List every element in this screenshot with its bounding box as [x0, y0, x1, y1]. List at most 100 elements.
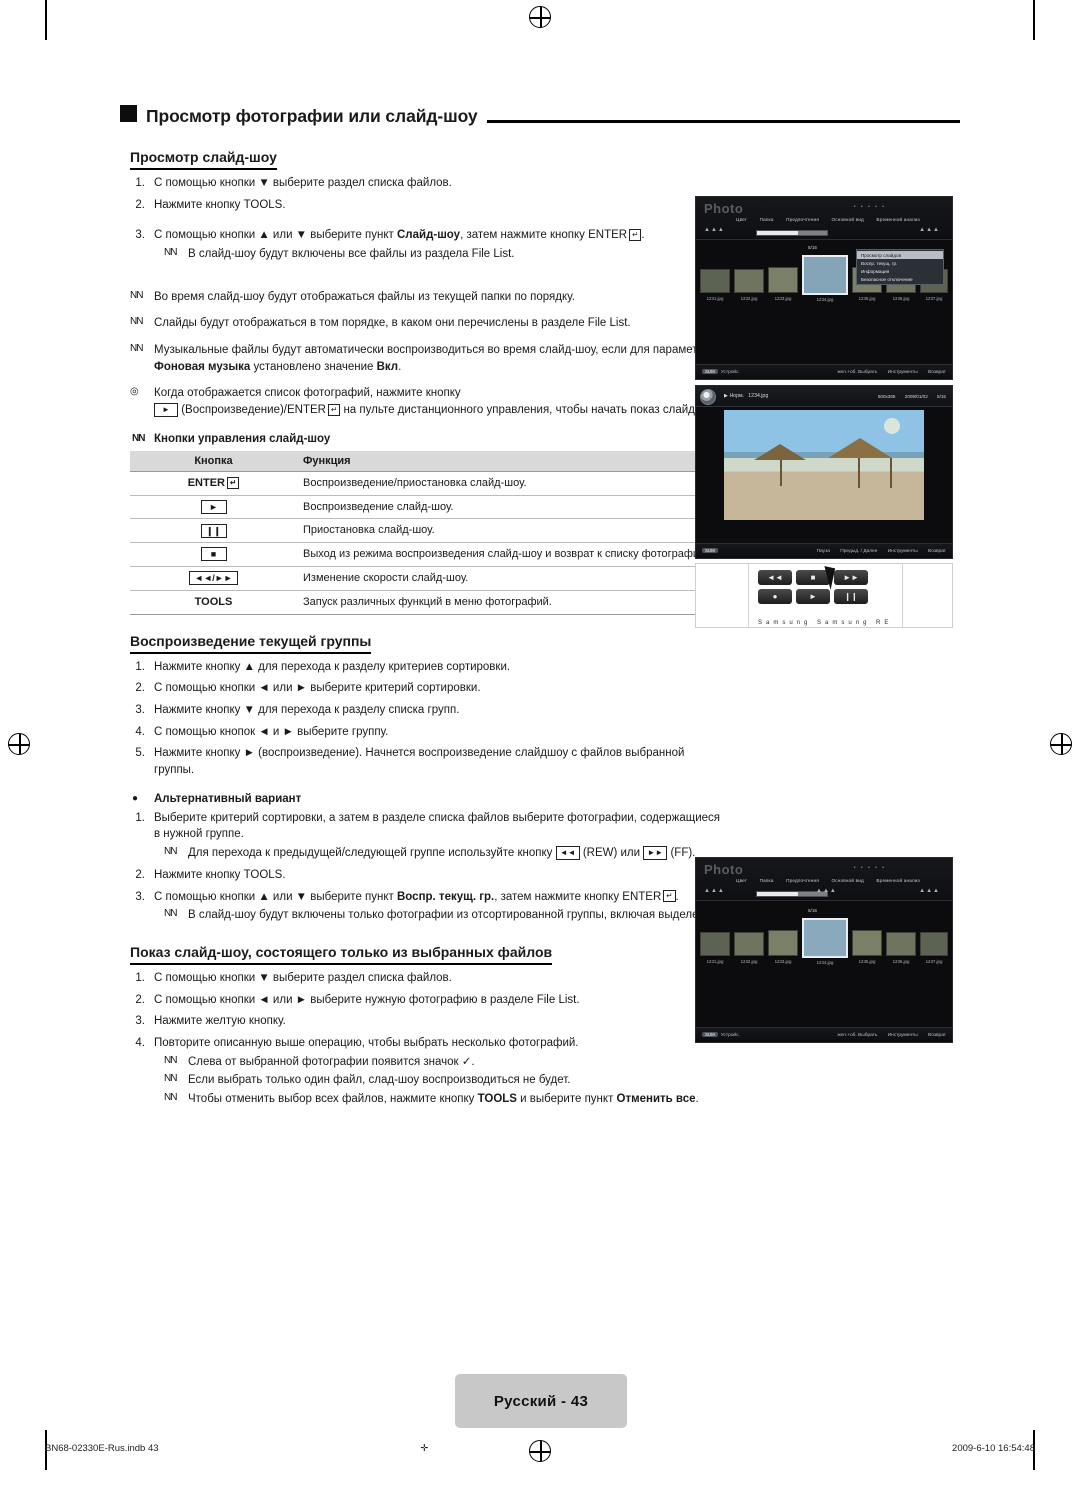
footer-item[interactable]: Возврат: [928, 370, 946, 375]
note-text: Если выбрать только один файл, слад-шоу …: [188, 1074, 571, 1087]
step-number: 3.: [135, 1015, 145, 1028]
play-button[interactable]: ►: [796, 589, 830, 604]
menu-item[interactable]: Основной вид: [832, 217, 864, 222]
menu-item[interactable]: Папка: [760, 217, 774, 222]
thumb-caption: 1231.jpg: [706, 959, 724, 964]
menu-item[interactable]: Папка: [760, 878, 774, 883]
ff-button[interactable]: ►►: [834, 570, 868, 585]
list-item[interactable]: 1236.jpg: [886, 932, 916, 964]
print-footer: BN68-02330E-Rus.indb 43 ✛ 2009-6-10 16:5…: [45, 1443, 1035, 1454]
menu-item[interactable]: Основной вид: [832, 878, 864, 883]
step-text: Нажмите кнопку ► (воспроизведение). Начн…: [154, 747, 685, 777]
list-item: 1. Нажмите кнопку ▲ для перехода к разде…: [120, 659, 720, 676]
footer-item[interactable]: Предыд. / Далее: [840, 549, 877, 554]
footer-timestamp: 2009-6-10 16:54:48: [952, 1443, 1035, 1454]
footer-right: жел.+об. Выбрать Инструменты Возврат: [828, 1033, 946, 1038]
footer-file-name: BN68-02330E-Rus.indb 43: [45, 1443, 159, 1454]
pause-button[interactable]: ❙❙: [834, 589, 868, 604]
viewer-mode-label: Норм.: [729, 393, 744, 399]
crop-mark-top-left: [45, 0, 47, 40]
rew-button[interactable]: ◄◄: [758, 570, 792, 585]
list-item-selected[interactable]: 1234.jpg: [802, 255, 848, 302]
function-cell: Выход из режима воспроизведения слайд-шо…: [297, 542, 730, 568]
list-item[interactable]: 1232.jpg: [734, 269, 764, 301]
key-cell: ►: [130, 495, 297, 520]
keys-heading: Кнопки управления слайд-шоу: [154, 432, 331, 445]
note-text: Музыкальные файлы будут автоматически во…: [154, 342, 720, 375]
menu-item[interactable]: Временной анализ: [876, 878, 920, 883]
footer-item[interactable]: Возврат: [928, 549, 946, 554]
note-text: Когда отображается список фотографий, на…: [154, 385, 720, 418]
footer-item[interactable]: Возврат: [928, 1033, 946, 1038]
list-item: 5. Нажмите кнопку ► (воспроизведение). Н…: [120, 745, 720, 778]
popup-item-safe-remove[interactable]: Безопасное отключение: [857, 275, 943, 283]
page-title-row: Просмотр фотографии или слайд-шоу: [120, 105, 960, 127]
menu-item[interactable]: Временной анализ: [876, 217, 920, 222]
screenshot-photo-viewer: ▶ Норм. 1234.jpg 500x365 2009/01/02 5/15…: [695, 385, 953, 559]
footer-item[interactable]: Инструменты: [888, 549, 918, 554]
list-item[interactable]: 1233.jpg: [768, 930, 798, 964]
footer-item[interactable]: жел.+об. Выбрать: [837, 1033, 877, 1038]
footer-item[interactable]: жел.+об. Выбрать: [837, 370, 877, 375]
table-row: TOOLS Запуск различных функций в меню фо…: [130, 590, 730, 615]
footer-device-label: Устройс.: [720, 1033, 740, 1038]
menu-item[interactable]: Цвет: [736, 217, 747, 222]
table-row: ◄◄/►► Изменение скорости слайд-шоу.: [130, 566, 730, 591]
footer-left: SUM Устройс.: [702, 1032, 740, 1038]
step-text: С помощью кнопок ◄ и ► выберите группу.: [154, 725, 389, 738]
menu-item[interactable]: Цвет: [736, 878, 747, 883]
thumb-caption: 1232.jpg: [740, 296, 758, 301]
table-row: ❙❙ Приостановка слайд-шоу.: [130, 518, 730, 544]
keys-heading-row: NN Кнопки управления слайд-шоу: [120, 433, 720, 445]
list-item[interactable]: 1233.jpg: [768, 267, 798, 301]
photo-logo: Photo: [704, 862, 744, 877]
hut-post: [780, 460, 782, 486]
column-header-key: Кнопка: [130, 450, 297, 472]
footer-item[interactable]: Пауза: [817, 549, 830, 554]
tools-popup-menu[interactable]: Просмотр слайдов Воспр. текущ. гр. Инфор…: [856, 249, 944, 285]
list-item[interactable]: 1231.jpg: [700, 269, 730, 301]
crop-mark-top-right: [1033, 0, 1035, 40]
footer-item[interactable]: Инструменты: [888, 1033, 918, 1038]
record-button[interactable]: ●: [758, 589, 792, 604]
stop-button-icon: ■: [200, 547, 227, 562]
popup-item-information[interactable]: Информация: [857, 267, 943, 275]
popup-item-current-group[interactable]: Воспр. текущ. гр.: [857, 259, 943, 267]
function-cell: Изменение скорости слайд-шоу.: [297, 566, 730, 591]
menu-item[interactable]: Предпочтения: [786, 217, 819, 222]
divider: [748, 564, 749, 627]
sum-chip: SUM: [702, 548, 718, 553]
note-item: NN Слева от выбранной фотографии появитс…: [154, 1054, 960, 1071]
gui-header: Photo Цвет Папка Предпочтения Основной в…: [696, 197, 952, 240]
popup-item-slideshow[interactable]: Просмотр слайдов: [857, 251, 943, 259]
remote-caption: Samsung Samsung RE: [758, 620, 893, 626]
gui-footer: SUM Устройс. жел.+об. Выбрать Инструменты…: [696, 364, 952, 379]
footer-item[interactable]: Инструменты: [888, 370, 918, 375]
viewer-top-bar: ▶ Норм. 1234.jpg 500x365 2009/01/02 5/15: [696, 386, 952, 407]
viewer-counter: 5/15: [937, 393, 946, 399]
list-item-selected[interactable]: 1234.jpg: [802, 918, 848, 965]
list-item[interactable]: 1235.jpg: [852, 930, 882, 964]
list-item[interactable]: 1237.jpg: [920, 932, 948, 964]
page-number-badge: Русский - 43: [455, 1374, 627, 1428]
footer-left: SUM: [702, 548, 721, 554]
note-text: Чтобы отменить выбор всех файлов, нажмит…: [188, 1091, 960, 1108]
gui-menu: Цвет Папка Предпочтения Основной вид Вре…: [736, 217, 931, 222]
step-number: 3.: [135, 890, 145, 903]
menu-item[interactable]: Предпочтения: [786, 878, 819, 883]
list-item[interactable]: 1231.jpg: [700, 932, 730, 964]
section1-body: 1. С помощью кнопки ▼ выберите раздел сп…: [120, 175, 720, 445]
step-number: 5.: [135, 747, 145, 760]
scroll-indicator[interactable]: [756, 230, 828, 236]
gui-header: Photo Цвет Папка Предпочтения Основной в…: [696, 858, 952, 901]
thumb-caption: 1237.jpg: [925, 296, 943, 301]
section1-heading: Просмотр слайд-шоу: [130, 149, 277, 170]
play-button-icon: ►: [200, 499, 227, 514]
thumb-caption: 1235.jpg: [858, 296, 876, 301]
registration-mark-left: [8, 733, 30, 755]
key-cell: ENTER ↵: [130, 471, 297, 496]
table-row: ► Воспроизведение слайд-шоу.: [130, 495, 730, 520]
function-cell: Приостановка слайд-шоу.: [297, 518, 730, 544]
list-item[interactable]: 1232.jpg: [734, 932, 764, 964]
step-number: 4.: [135, 725, 145, 738]
